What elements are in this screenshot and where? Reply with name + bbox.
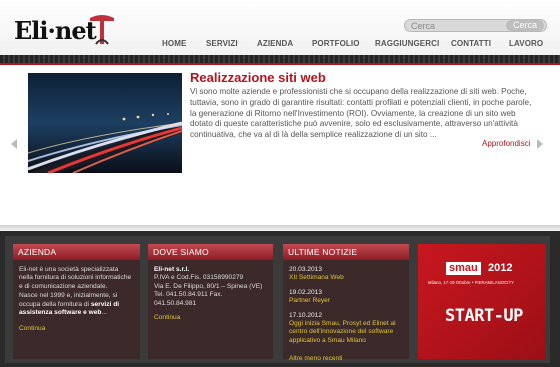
news-date: 19.02.2013 — [289, 288, 323, 296]
logo-t-icon — [90, 15, 114, 45]
nav-contatti[interactable]: CONTATTI — [451, 39, 491, 48]
news-date: 17.10.2012 — [289, 311, 323, 319]
slide-photo — [28, 73, 182, 173]
news-item-link[interactable]: XII Settimana Web — [289, 274, 405, 282]
azienda-intro: Eli-net è una società specializzata nell… — [19, 266, 132, 290]
slide-more-link[interactable]: Approfondisci — [482, 139, 530, 148]
dove-column: DOVE SIAMO Eli-net s.r.l. P.IVA e Cod.Fi… — [148, 244, 273, 359]
search-box: Cerca — [404, 19, 547, 32]
slide-text: Vi sono molte aziende e professionisti c… — [190, 87, 532, 140]
dove-continue-link[interactable]: Continua — [154, 314, 266, 322]
slider-prev-icon[interactable] — [11, 139, 17, 149]
site-logo[interactable]: Eli·net — [12, 14, 114, 50]
logo-text: Eli·net — [14, 16, 97, 45]
news-item-link[interactable]: Partner Reyer — [289, 297, 405, 305]
azienda-column: AZIENDA Eli-net è una società specializz… — [13, 244, 140, 359]
dove-address: Via E. De Filippo, 80/1 – Spinea (VE) — [154, 282, 263, 290]
nav-portfolio[interactable]: PORTFOLIO — [312, 39, 360, 48]
banner-subtitle: Milano, 17-19 Ottobre • FIERAMILANOCITY — [428, 280, 515, 285]
dove-heading: DOVE SIAMO — [148, 244, 273, 260]
news-item-link[interactable]: Oggi inizia Smau, Prosyt ed Elinet al ce… — [289, 320, 405, 345]
news-more-link[interactable]: Altre meno recenti — [289, 355, 405, 363]
site-header: Eli·net Cerca HOME SERVIZI AZIENDA PORTF… — [0, 0, 560, 56]
main-nav: HOME SERVIZI AZIENDA PORTFOLIO RAGGIUNGE… — [148, 39, 560, 53]
slider-next-icon[interactable] — [537, 139, 543, 149]
nav-servizi[interactable]: SERVIZI — [206, 39, 238, 48]
azienda-continue-link[interactable]: Continua — [19, 325, 133, 333]
azienda-heading: AZIENDA — [13, 244, 140, 260]
search-input[interactable] — [407, 20, 503, 31]
nav-home[interactable]: HOME — [162, 39, 186, 48]
news-column: ULTIME NOTIZIE 20.03.2013 XII Settimana … — [283, 244, 409, 362]
header-band — [0, 55, 560, 63]
banner-tagline: START-UP — [445, 306, 523, 326]
dove-vat: P.IVA e Cod.Fis. 03158990279 — [154, 274, 244, 282]
news-heading: ULTIME NOTIZIE — [283, 244, 409, 260]
dove-phone: Tel. 041.50.84.911 Fax. 041.50.84.981 — [154, 291, 223, 307]
nav-lavoro[interactable]: LAVORO — [509, 39, 543, 48]
search-button[interactable]: Cerca — [506, 20, 544, 31]
dove-company: Eli-net s.r.l. — [154, 266, 190, 273]
slide-title[interactable]: Realizzazione siti web — [190, 70, 326, 85]
banner-year: 2012 — [488, 262, 513, 274]
smau-banner[interactable]: smau 2012 Milano, 17-19 Ottobre • FIERAM… — [418, 244, 546, 359]
news-date: 20.03.2013 — [289, 266, 323, 273]
nav-raggiungerci[interactable]: RAGGIUNGERCI — [375, 39, 439, 48]
banner-brand: smau — [446, 262, 481, 275]
azienda-history: Nasce nel 1999 e, inizialmente, si occup… — [19, 292, 120, 317]
nav-azienda[interactable]: AZIENDA — [257, 39, 293, 48]
